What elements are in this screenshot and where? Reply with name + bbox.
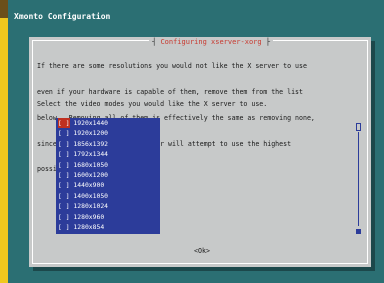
checkbox[interactable]: [ ] (58, 181, 70, 189)
video-mode-item[interactable]: [ ] 1920x1440 (56, 118, 160, 129)
video-mode-item[interactable]: [ ] 1792x1344 (56, 149, 160, 160)
checkbox[interactable]: [ ] (58, 161, 70, 169)
checkbox[interactable]: [ ] (58, 233, 70, 234)
video-mode-item[interactable]: [ ] 1280x800 (56, 232, 160, 234)
video-mode-item[interactable]: [ ] 1856x1392 (56, 138, 160, 150)
checkbox[interactable]: [ ] (58, 118, 70, 129)
video-mode-item[interactable]: [ ] 1400x1050 (56, 190, 160, 202)
checkbox[interactable]: [ ] (58, 140, 70, 148)
video-mode-item[interactable]: [ ] 1280x1024 (56, 201, 160, 212)
frame-corner (0, 0, 8, 18)
scroll-end-marker (356, 229, 361, 234)
checkbox[interactable]: [ ] (58, 223, 70, 231)
description-line: even if your hardware is capable of them… (37, 87, 303, 96)
video-mode-item[interactable]: [ ] 1280x960 (56, 211, 160, 222)
installer-screen: Xmonto Configuration ┤ Configuring xserv… (8, 0, 384, 283)
video-mode-item[interactable]: [ ] 1280x854 (56, 221, 160, 233)
scroll-track[interactable] (358, 132, 359, 226)
video-mode-list[interactable]: [ ] 1920x1440 [ ] 1920x1200 [ ] 1856x139… (56, 118, 160, 234)
checkbox[interactable]: [ ] (58, 150, 70, 158)
checkbox[interactable]: [ ] (58, 202, 70, 210)
left-frame-strip (0, 0, 8, 283)
checkbox[interactable]: [ ] (58, 192, 70, 200)
configuration-dialog: ┤ Configuring xserver-xorg ├ If there ar… (29, 37, 371, 267)
window-title: Xmonto Configuration (14, 12, 111, 21)
description-line: If there are some resolutions you would … (37, 62, 307, 71)
dialog-prompt: Select the video modes you would like th… (37, 100, 268, 108)
checkbox[interactable]: [ ] (58, 171, 70, 179)
video-mode-item[interactable]: [ ] 1680x1050 (56, 159, 160, 170)
video-mode-item[interactable]: [ ] 1920x1200 (56, 128, 160, 139)
video-mode-item[interactable]: [ ] 1440x900 (56, 180, 160, 191)
video-mode-item[interactable]: [ ] 1600x1200 (56, 169, 160, 181)
checkbox[interactable]: [ ] (58, 213, 70, 221)
scroll-thumb[interactable] (356, 123, 361, 131)
ok-button[interactable]: <Ok> (187, 245, 217, 257)
list-scrollbar[interactable] (356, 118, 363, 234)
checkbox[interactable]: [ ] (58, 129, 70, 137)
